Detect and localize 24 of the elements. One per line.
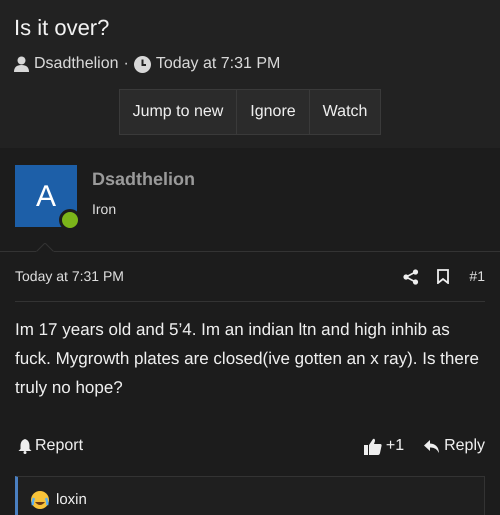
thread-action-button[interactable]: Ignore [237,89,310,135]
post-body: Im 17 years old and 5’4. Im an indian ltn and high inhib as fuck. Mygrowth plates are closed(ive gotten an x ray). Is there truly no hope? [15,319,480,399]
bookmark-icon[interactable] [437,269,450,284]
share-icon[interactable] [403,268,420,284]
emoji-icon [30,490,50,510]
report-button[interactable]: Report [18,434,84,458]
reply-arrow-icon [424,440,440,452]
thread-action-button[interactable]: Watch [310,89,382,135]
thread-title: Is it over? [14,14,110,42]
thumbs-up-icon [364,438,382,454]
clock-icon [134,56,151,72]
like-button[interactable]: +1 [364,434,404,458]
bell-icon [18,438,32,454]
user-title: Iron [92,200,118,219]
author-link[interactable]: Dsadthelion [34,52,118,76]
thread-time: Today at 7:31 PM [156,54,280,74]
username[interactable]: Dsadthelion [92,167,196,191]
thread-action-button[interactable]: Jump to new [118,89,238,135]
post-time[interactable]: Today at 7:31 PM [15,266,404,287]
reaction-users-link[interactable]: loxin [56,488,87,512]
reply-button[interactable]: Reply [424,434,485,458]
separator: · [124,54,129,74]
post-number[interactable]: #1 [469,266,485,287]
user-icon [14,56,29,72]
